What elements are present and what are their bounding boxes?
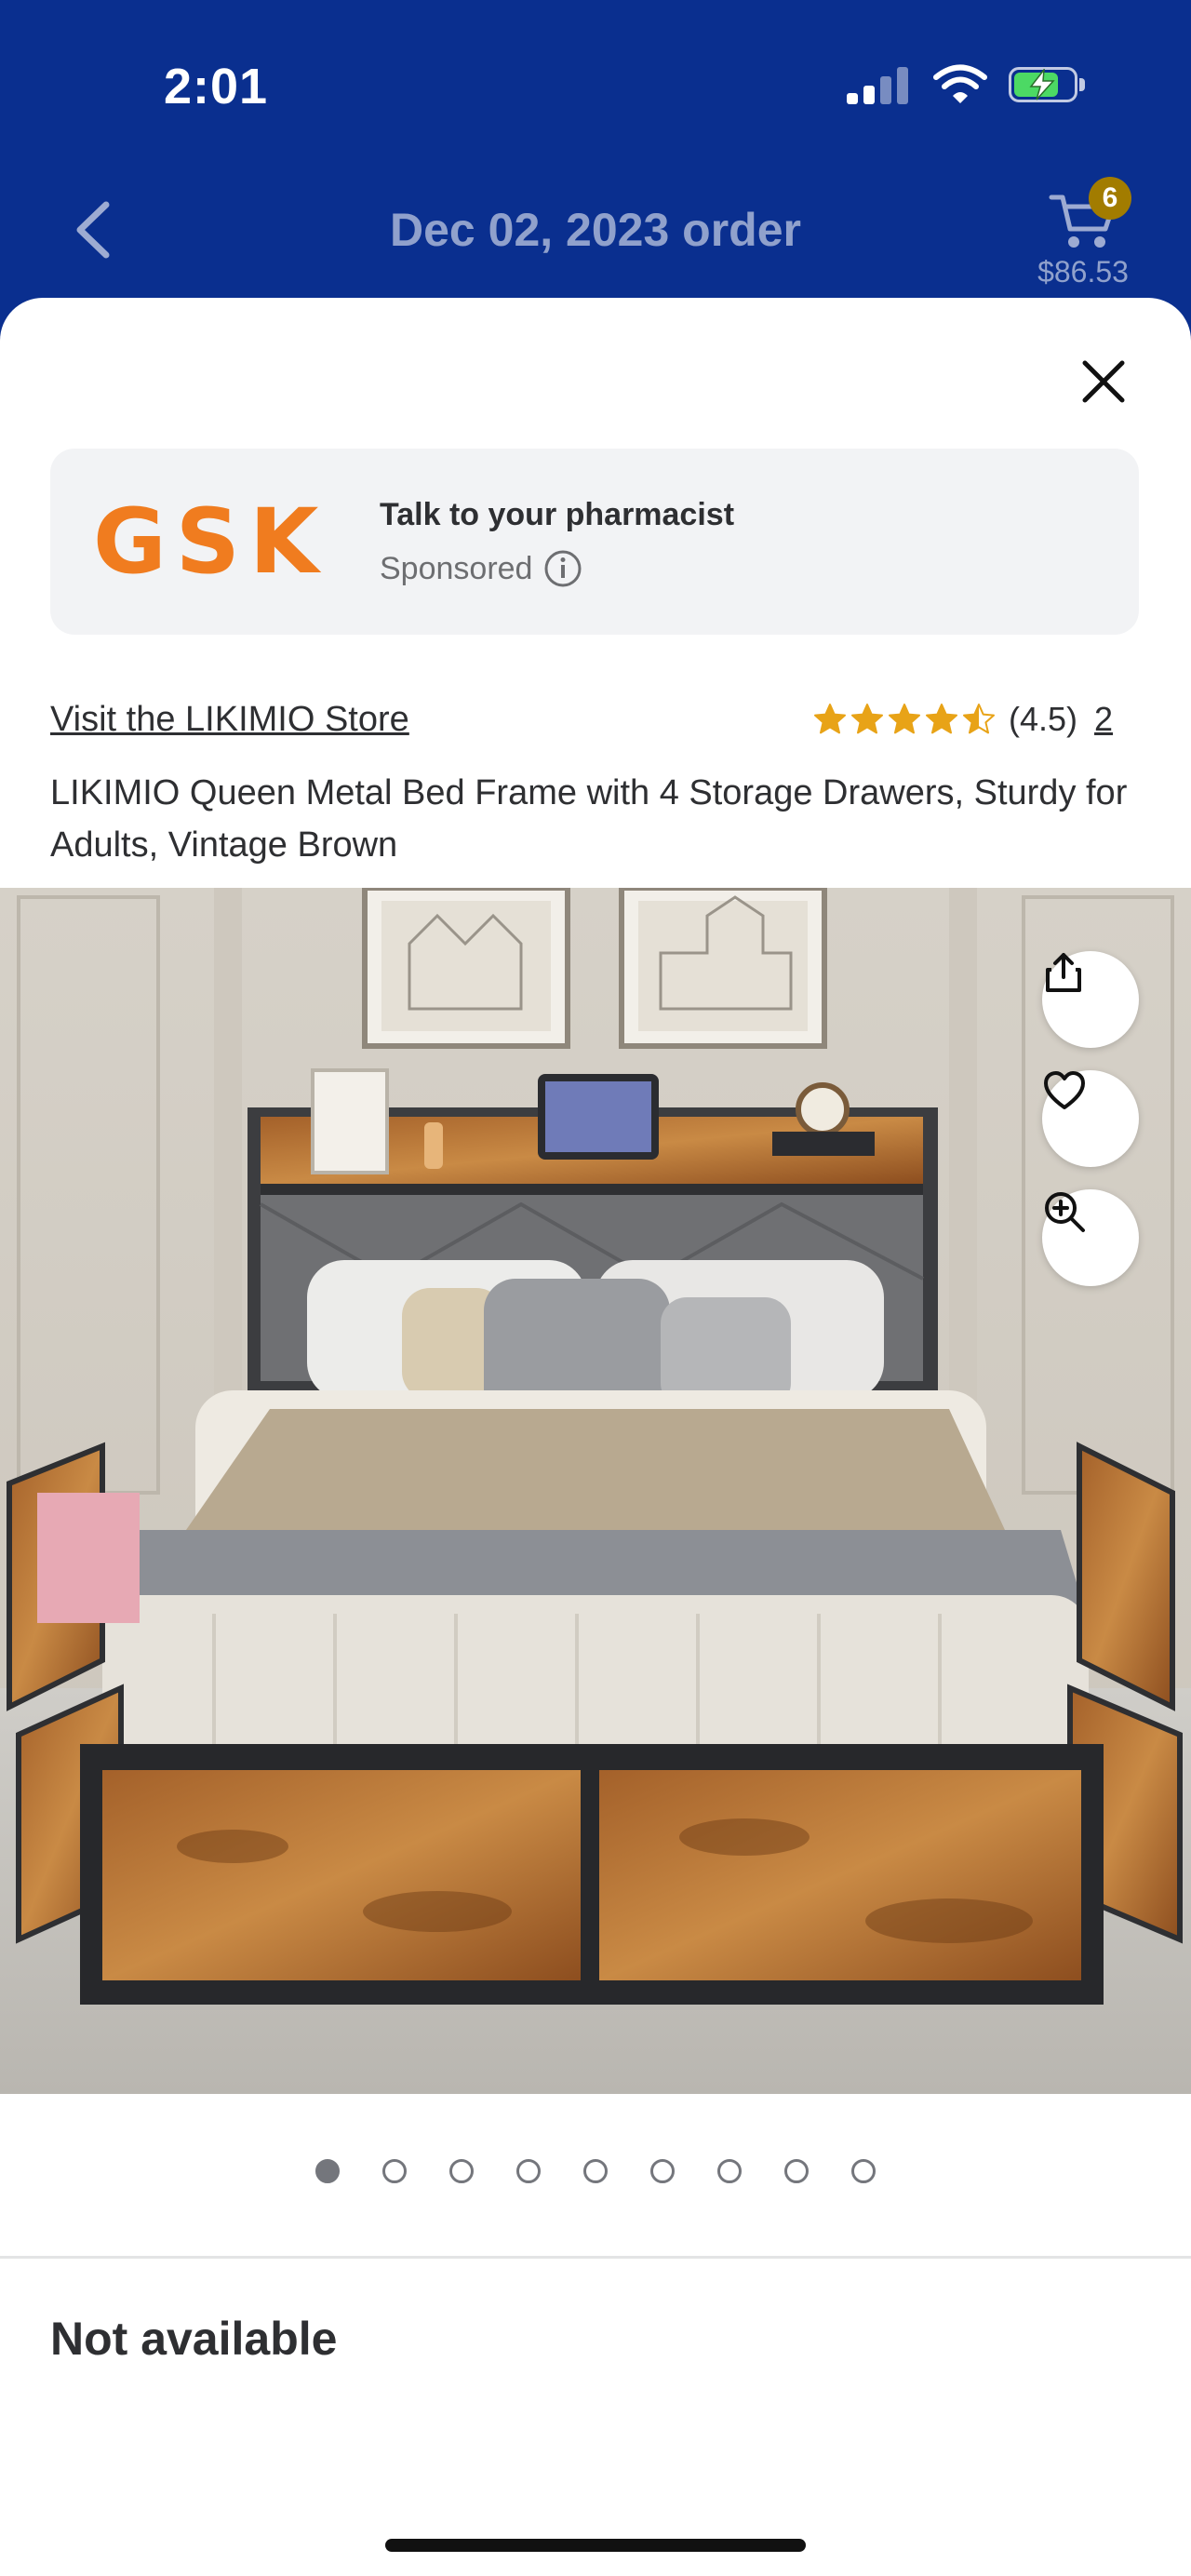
- bolt-icon: [1029, 69, 1055, 101]
- carousel-dot[interactable]: [583, 2159, 608, 2183]
- star-icon: [926, 704, 957, 734]
- cart-total: $86.53: [1037, 255, 1129, 288]
- review-count-link[interactable]: 2: [1094, 700, 1113, 739]
- cellular-signal-icon: [847, 67, 912, 104]
- star-icon: [963, 704, 995, 734]
- status-time: 2:01: [164, 59, 269, 114]
- product-rating: (4.5) 2: [813, 700, 1113, 739]
- status-icons: [847, 63, 1089, 104]
- app-header: 2:01 Dec 02, 2023 order 6 $86.53: [0, 0, 1191, 307]
- product-title: LIKIMIO Queen Metal Bed Frame with 4 Sto…: [50, 773, 1128, 865]
- sponsored-ad-banner[interactable]: GSK Talk to your pharmacist Sponsored: [50, 449, 1139, 635]
- rating-value: (4.5): [1009, 700, 1078, 738]
- product-sheet: GSK Talk to your pharmacist Sponsored Vi…: [0, 298, 1191, 2576]
- star-icon: [889, 704, 920, 734]
- bed-photo-illustration: [0, 888, 1191, 2094]
- close-icon[interactable]: [1076, 354, 1131, 409]
- cart-count-badge: 6: [1089, 177, 1131, 220]
- share-button[interactable]: [1042, 951, 1139, 1048]
- gsk-logo: GSK: [93, 490, 328, 594]
- heart-icon: [1044, 1071, 1085, 1109]
- page-title: Dec 02, 2023 order: [390, 204, 801, 256]
- info-icon[interactable]: [543, 549, 582, 588]
- share-icon: [1046, 953, 1081, 992]
- star-icon: [814, 704, 846, 734]
- rating-stars: [813, 703, 996, 736]
- carousel-dot[interactable]: [449, 2159, 474, 2183]
- divider: [0, 2256, 1191, 2259]
- home-indicator[interactable]: [385, 2539, 806, 2552]
- carousel-dot[interactable]: [851, 2159, 876, 2183]
- star-icon: [851, 704, 883, 734]
- zoom-in-icon: [1045, 1192, 1085, 1232]
- favorite-button[interactable]: [1042, 1070, 1139, 1167]
- carousel-dot[interactable]: [315, 2159, 340, 2183]
- sponsored-label: Sponsored: [380, 549, 582, 588]
- availability-status: Not available: [50, 2313, 338, 2365]
- wifi-icon: [933, 64, 987, 103]
- carousel-dot[interactable]: [784, 2159, 809, 2183]
- carousel-dot[interactable]: [382, 2159, 407, 2183]
- carousel-dot[interactable]: [650, 2159, 675, 2183]
- carousel-dot[interactable]: [516, 2159, 541, 2183]
- visit-store-link[interactable]: Visit the LIKIMIO Store: [50, 700, 409, 740]
- ad-title: Talk to your pharmacist: [380, 497, 735, 532]
- cart-button[interactable]: 6 $86.53: [1027, 177, 1139, 298]
- product-image[interactable]: [0, 888, 1191, 2094]
- carousel-dot[interactable]: [717, 2159, 742, 2183]
- image-carousel-dots: [0, 2159, 1191, 2183]
- zoom-button[interactable]: [1042, 1189, 1139, 1286]
